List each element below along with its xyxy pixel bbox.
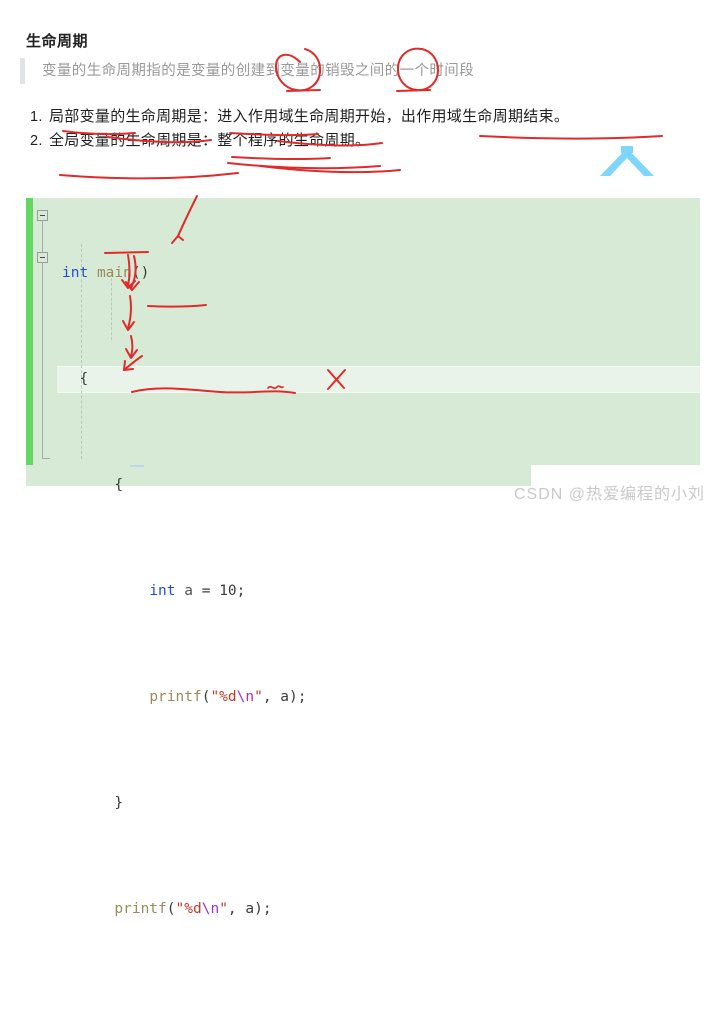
code-block[interactable]: int main() { { int a = 10; printf("%d\n"… <box>26 198 700 917</box>
underline-whole-program <box>231 156 331 161</box>
token-keyword: int <box>62 265 89 281</box>
list-item-text: 局部变量的生命周期是：进入作用域生命周期开始，出作用域生命周期结束。 <box>49 108 570 125</box>
token-keyword: int <box>149 583 176 599</box>
code-text[interactable]: int main() { { int a = 10; printf("%d\n"… <box>62 207 307 1036</box>
list-item-number: 2. <box>30 133 43 149</box>
page-title: 生命周期 <box>26 33 89 51</box>
fold-guide-inner-scope <box>42 263 43 459</box>
underline-whole-program-2 <box>227 162 381 170</box>
token-function: printf <box>149 689 202 705</box>
token-paren: ( <box>166 901 176 917</box>
code-line: { <box>62 472 307 499</box>
collapse-icon-inner-scope[interactable] <box>37 252 48 263</box>
watermark: CSDN @热爱编程的小刘 <box>513 486 705 503</box>
token-args: , a); <box>262 689 307 705</box>
quote-text: 变量的生命周期指的是变量的创建到变量的销毁之间的一个时间段 <box>42 63 475 79</box>
token-string: " <box>254 689 263 705</box>
token-function: main <box>96 265 132 281</box>
blue-caret-icon <box>596 146 658 180</box>
token-string: "%d <box>175 901 202 917</box>
token-number: 10 <box>219 583 237 599</box>
code-line: { <box>62 366 307 393</box>
quote-block: 变量的生命周期指的是变量的创建到变量的销毁之间的一个时间段 <box>20 58 474 84</box>
token-brace: { <box>79 371 89 387</box>
code-line: printf("%d\n", a); <box>62 684 307 711</box>
token-operator: = <box>192 583 220 599</box>
list-item: 1. 局部变量的生命周期是：进入作用域生命周期开始，出作用域生命周期结束。 <box>30 105 710 129</box>
token-brace: } <box>114 795 124 811</box>
list-item-number: 1. <box>30 109 43 125</box>
code-line: int a = 10; <box>62 578 307 605</box>
token-brace: { <box>114 477 124 493</box>
token-punct: () <box>131 265 150 281</box>
collapse-icon-main[interactable] <box>37 210 48 221</box>
token-paren: ( <box>201 689 211 705</box>
code-line: } <box>62 790 307 817</box>
fold-guide-foot <box>42 458 50 459</box>
underline-global-variable <box>59 172 239 180</box>
code-line-highlighted: printf("%d\n", a); <box>62 896 307 923</box>
code-gutter[interactable] <box>33 198 57 465</box>
token-escape: \n <box>236 689 255 705</box>
token-string: " <box>219 901 228 917</box>
token-escape: \n <box>201 901 220 917</box>
token-function: printf <box>114 901 167 917</box>
code-line: int main() <box>62 260 307 287</box>
token-args: , a); <box>227 901 272 917</box>
text-caret <box>130 465 144 467</box>
token-identifier: a <box>184 583 193 599</box>
underline-whole-program-3 <box>259 165 401 174</box>
token-semicolon: ; <box>236 583 246 599</box>
token-string: "%d <box>210 689 237 705</box>
vcs-change-bar <box>26 198 33 465</box>
list-item-text: 全局变量的生命周期是：整个程序的生命周期。 <box>49 132 371 149</box>
quote-accent-bar <box>20 58 25 84</box>
